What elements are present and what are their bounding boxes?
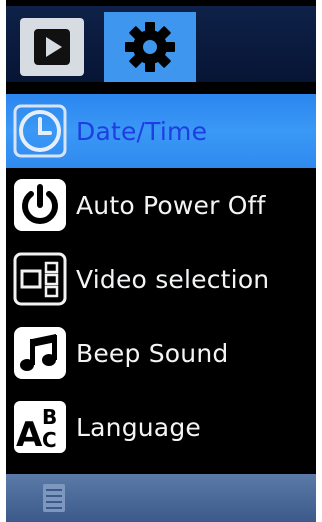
- power-icon: [14, 179, 66, 231]
- screen: Date/Time Auto Power Off Video selection…: [6, 0, 316, 522]
- menu-item-icon: [10, 323, 70, 383]
- bottom-bar: [6, 474, 316, 522]
- tab-settings[interactable]: [104, 12, 196, 82]
- menu-item-label: Video selection: [76, 264, 270, 294]
- menu-item-auto-power-off[interactable]: Auto Power Off: [6, 168, 316, 242]
- menu-item-label: Date/Time: [76, 116, 208, 146]
- play-icon: [34, 29, 70, 65]
- playback-tile: [20, 18, 84, 76]
- menu-item-beep-sound[interactable]: Beep Sound: [6, 316, 316, 390]
- gear-icon: [125, 22, 175, 72]
- menu-item-language[interactable]: A B C Language: [6, 390, 316, 464]
- menu-item-label: Language: [76, 412, 201, 442]
- menu-item-icon: [10, 175, 70, 235]
- menu-item-label: Beep Sound: [76, 338, 229, 368]
- tab-bar: [6, 6, 316, 82]
- clock-icon: [13, 104, 67, 158]
- svg-text:B: B: [42, 405, 57, 429]
- tab-playback[interactable]: [6, 12, 98, 82]
- menu-item-icon: [10, 249, 70, 309]
- language-abc-icon: A B C: [14, 401, 66, 455]
- music-note-icon: [14, 327, 66, 379]
- menu-item-icon: [10, 101, 70, 161]
- menu-item-label: Auto Power Off: [76, 190, 266, 220]
- device-frame: Date/Time Auto Power Off Video selection…: [0, 0, 322, 522]
- menu-item-icon: A B C: [10, 397, 70, 457]
- video-selection-icon: [13, 252, 67, 306]
- svg-text:A: A: [16, 415, 43, 455]
- menu-item-date-time[interactable]: Date/Time: [6, 94, 316, 168]
- menu-item-video-selection[interactable]: Video selection: [6, 242, 316, 316]
- svg-text:C: C: [42, 428, 57, 452]
- list-icon[interactable]: [42, 482, 66, 514]
